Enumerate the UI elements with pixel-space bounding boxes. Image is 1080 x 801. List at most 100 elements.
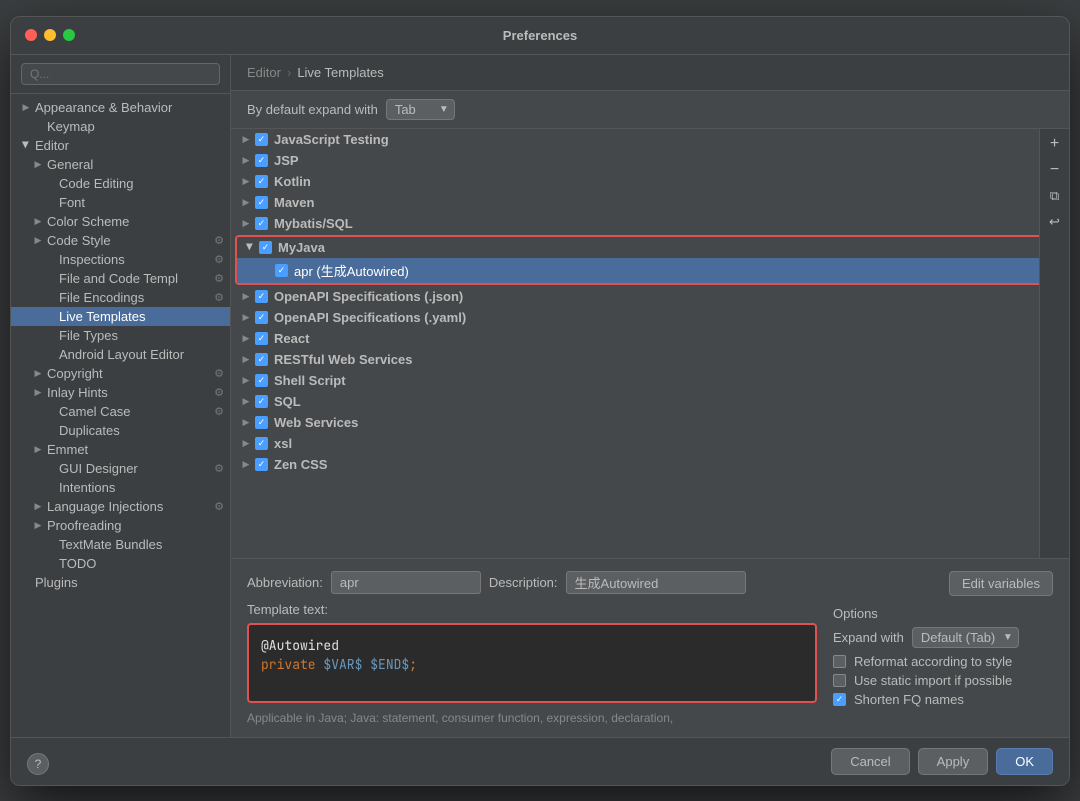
group-jsp[interactable]: ▶ ✓ JSP bbox=[231, 150, 1069, 171]
cancel-button[interactable]: Cancel bbox=[831, 748, 909, 775]
search-input[interactable] bbox=[21, 63, 220, 85]
shorten-fq-checkbox[interactable]: ✓ bbox=[833, 693, 846, 706]
apply-button[interactable]: Apply bbox=[918, 748, 989, 775]
sidebar-item-file-code-templ[interactable]: ▶ File and Code Templ ⚙ bbox=[11, 269, 230, 288]
ok-button[interactable]: OK bbox=[996, 748, 1053, 775]
group-label: Kotlin bbox=[274, 174, 311, 189]
group-checkbox[interactable]: ✓ bbox=[255, 217, 268, 230]
reformat-checkbox[interactable] bbox=[833, 655, 846, 668]
reset-button[interactable]: ↩ bbox=[1044, 211, 1066, 233]
abbreviation-input[interactable] bbox=[331, 571, 481, 594]
sidebar-item-editor[interactable]: ▶ Editor bbox=[11, 136, 230, 155]
sidebar-item-textmate-bundles[interactable]: ▶ TextMate Bundles bbox=[11, 535, 230, 554]
group-openapi-yaml[interactable]: ▶ ✓ OpenAPI Specifications (.yaml) bbox=[231, 307, 1069, 328]
copy-button[interactable]: ⧉ bbox=[1044, 185, 1066, 207]
group-maven[interactable]: ▶ ✓ Maven bbox=[231, 192, 1069, 213]
group-checkbox[interactable]: ✓ bbox=[255, 458, 268, 471]
group-checkbox[interactable]: ✓ bbox=[255, 416, 268, 429]
template-item-apr[interactable]: ✓ apr (生成Autowired) bbox=[237, 258, 1063, 283]
group-label: Shell Script bbox=[274, 373, 346, 388]
sidebar-item-file-types[interactable]: ▶ File Types bbox=[11, 326, 230, 345]
sidebar-item-proofreading[interactable]: ▶ Proofreading bbox=[11, 516, 230, 535]
sidebar-label: GUI Designer bbox=[59, 461, 138, 476]
group-checkbox[interactable]: ✓ bbox=[255, 395, 268, 408]
bottom-inner: Abbreviation: Description: Template text… bbox=[247, 571, 1053, 725]
window-title: Preferences bbox=[503, 28, 577, 43]
group-react[interactable]: ▶ ✓ React bbox=[231, 328, 1069, 349]
group-kotlin[interactable]: ▶ ✓ Kotlin bbox=[231, 171, 1069, 192]
add-button[interactable]: + bbox=[1044, 133, 1066, 155]
sidebar-item-general[interactable]: ▶ General bbox=[11, 155, 230, 174]
code-text: $VAR$ bbox=[323, 656, 362, 673]
minimize-button[interactable] bbox=[44, 29, 56, 41]
gear-icon: ⚙ bbox=[214, 253, 224, 266]
group-checkbox[interactable]: ✓ bbox=[255, 353, 268, 366]
traffic-lights bbox=[25, 29, 75, 41]
sidebar-label: Color Scheme bbox=[47, 214, 129, 229]
sidebar-label: Camel Case bbox=[59, 404, 131, 419]
sidebar-item-appearance[interactable]: ▶ Appearance & Behavior bbox=[11, 98, 230, 117]
group-shell[interactable]: ▶ ✓ Shell Script bbox=[231, 370, 1069, 391]
sidebar-item-code-style[interactable]: ▶ Code Style ⚙ bbox=[11, 231, 230, 250]
group-xsl[interactable]: ▶ ✓ xsl bbox=[231, 433, 1069, 454]
sidebar-label: Language Injections bbox=[47, 499, 163, 514]
maximize-button[interactable] bbox=[63, 29, 75, 41]
sidebar-item-font[interactable]: ▶ Font bbox=[11, 193, 230, 212]
arrow-icon: ▶ bbox=[19, 100, 33, 114]
description-input[interactable] bbox=[566, 571, 746, 594]
group-myjava[interactable]: ▶ ✓ MyJava bbox=[237, 237, 1063, 258]
group-checkbox[interactable]: ✓ bbox=[255, 196, 268, 209]
description-label: Description: bbox=[489, 575, 558, 590]
sidebar-item-camel-case[interactable]: ▶ Camel Case ⚙ bbox=[11, 402, 230, 421]
item-checkbox[interactable]: ✓ bbox=[275, 264, 288, 277]
group-label: Mybatis/SQL bbox=[274, 216, 353, 231]
sidebar-item-copyright[interactable]: ▶ Copyright ⚙ bbox=[11, 364, 230, 383]
code-text: private bbox=[261, 656, 323, 673]
expand-with-dropdown[interactable]: Default (Tab) Tab Enter Space bbox=[912, 627, 1019, 648]
group-checkbox[interactable]: ✓ bbox=[255, 437, 268, 450]
sidebar-item-duplicates[interactable]: ▶ Duplicates bbox=[11, 421, 230, 440]
group-zen-css[interactable]: ▶ ✓ Zen CSS bbox=[231, 454, 1069, 475]
reformat-label: Reformat according to style bbox=[854, 654, 1012, 669]
reformat-row: Reformat according to style bbox=[833, 654, 1053, 669]
group-web-services[interactable]: ▶ ✓ Web Services bbox=[231, 412, 1069, 433]
group-checkbox[interactable]: ✓ bbox=[255, 290, 268, 303]
static-import-checkbox[interactable] bbox=[833, 674, 846, 687]
template-code-box[interactable]: @Autowired private $VAR$ $END$; bbox=[247, 623, 817, 703]
group-checkbox[interactable]: ✓ bbox=[259, 241, 272, 254]
group-checkbox[interactable]: ✓ bbox=[255, 133, 268, 146]
group-checkbox[interactable]: ✓ bbox=[255, 175, 268, 188]
sidebar-item-keymap[interactable]: ▶ Keymap bbox=[11, 117, 230, 136]
group-checkbox[interactable]: ✓ bbox=[255, 154, 268, 167]
sidebar-item-todo[interactable]: ▶ TODO bbox=[11, 554, 230, 573]
group-restful[interactable]: ▶ ✓ RESTful Web Services bbox=[231, 349, 1069, 370]
group-mybatis[interactable]: ▶ ✓ Mybatis/SQL bbox=[231, 213, 1069, 234]
sidebar-item-color-scheme[interactable]: ▶ Color Scheme bbox=[11, 212, 230, 231]
group-openapi-json[interactable]: ▶ ✓ OpenAPI Specifications (.json) bbox=[231, 286, 1069, 307]
edit-variables-button[interactable]: Edit variables bbox=[949, 571, 1053, 596]
gear-icon: ⚙ bbox=[214, 234, 224, 247]
group-sql[interactable]: ▶ ✓ SQL bbox=[231, 391, 1069, 412]
group-checkbox[interactable]: ✓ bbox=[255, 311, 268, 324]
expand-dropdown[interactable]: Tab Enter Space bbox=[386, 99, 455, 120]
sidebar-item-language-injections[interactable]: ▶ Language Injections ⚙ bbox=[11, 497, 230, 516]
sidebar-item-inlay-hints[interactable]: ▶ Inlay Hints ⚙ bbox=[11, 383, 230, 402]
sidebar-item-android-layout[interactable]: ▶ Android Layout Editor bbox=[11, 345, 230, 364]
arrow-icon: ▶ bbox=[31, 157, 45, 171]
gear-icon: ⚙ bbox=[214, 500, 224, 513]
close-button[interactable] bbox=[25, 29, 37, 41]
group-js-testing[interactable]: ▶ ✓ JavaScript Testing bbox=[231, 129, 1069, 150]
sidebar-item-inspections[interactable]: ▶ Inspections ⚙ bbox=[11, 250, 230, 269]
sidebar-item-plugins[interactable]: ▶ Plugins bbox=[11, 573, 230, 592]
sidebar-item-gui-designer[interactable]: ▶ GUI Designer ⚙ bbox=[11, 459, 230, 478]
sidebar-item-file-encodings[interactable]: ▶ File Encodings ⚙ bbox=[11, 288, 230, 307]
group-checkbox[interactable]: ✓ bbox=[255, 374, 268, 387]
sidebar-item-live-templates[interactable]: ▶ Live Templates bbox=[11, 307, 230, 326]
group-checkbox[interactable]: ✓ bbox=[255, 332, 268, 345]
sidebar-item-code-editing[interactable]: ▶ Code Editing bbox=[11, 174, 230, 193]
help-button[interactable]: ? bbox=[27, 753, 49, 775]
remove-button[interactable]: − bbox=[1044, 159, 1066, 181]
sidebar-item-intentions[interactable]: ▶ Intentions bbox=[11, 478, 230, 497]
sidebar-item-emmet[interactable]: ▶ Emmet bbox=[11, 440, 230, 459]
gear-icon: ⚙ bbox=[214, 386, 224, 399]
